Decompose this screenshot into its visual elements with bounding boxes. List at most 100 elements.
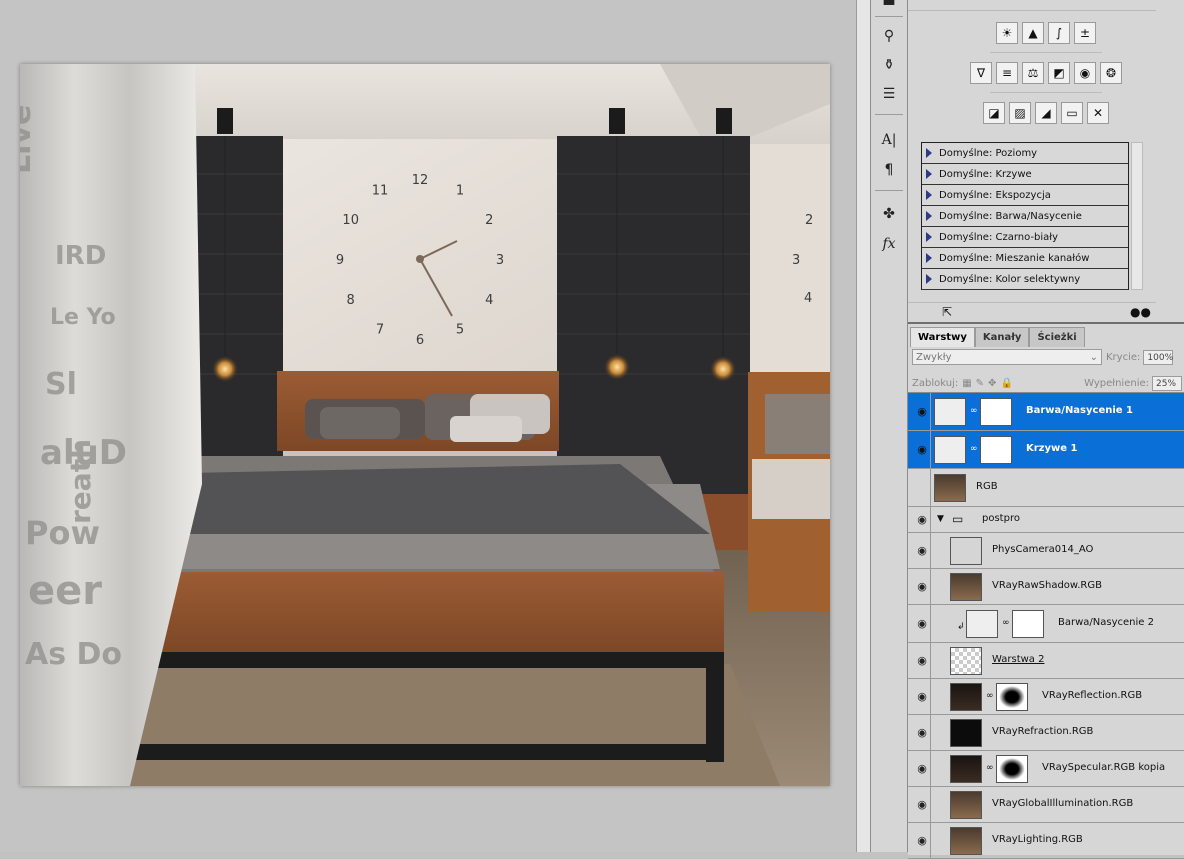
fill-field[interactable]: 25% <box>1152 375 1182 391</box>
visibility-cell[interactable] <box>909 469 931 507</box>
mask-link-icon[interactable]: ∞ <box>986 763 994 773</box>
layer-thumbnail[interactable] <box>950 755 982 783</box>
paragraph-icon[interactable]: ¶ <box>877 160 901 180</box>
layer-row[interactable]: ◉ ∞ VRayReflection.RGB <box>908 679 1184 715</box>
lock-transparent-icon[interactable]: ▦ <box>962 378 971 389</box>
eye-icon[interactable]: ◉ <box>916 406 928 418</box>
threshold-icon[interactable]: ◢ <box>1035 102 1057 124</box>
posterize-icon[interactable]: ▨ <box>1009 102 1031 124</box>
eye-icon[interactable]: ◉ <box>916 545 928 557</box>
eye-icon[interactable]: ◉ <box>916 835 928 847</box>
preset-item[interactable]: Domyślne: Krzywe <box>922 164 1128 185</box>
layer-thumbnail[interactable] <box>950 537 982 565</box>
expand-triangle-icon[interactable] <box>926 169 932 179</box>
invert-icon[interactable]: ◪ <box>983 102 1005 124</box>
lock-image-icon[interactable]: ✎ <box>976 378 984 389</box>
mask-link-icon[interactable]: ∞ <box>970 406 978 416</box>
visibility-cell[interactable]: ◉ <box>909 679 931 715</box>
visibility-cell[interactable]: ◉ <box>909 787 931 823</box>
eye-icon[interactable]: ◉ <box>916 691 928 703</box>
layer-thumbnail[interactable] <box>966 610 998 638</box>
expand-triangle-icon[interactable] <box>926 274 932 284</box>
layer-thumbnail[interactable] <box>950 573 982 601</box>
expand-triangle-icon[interactable] <box>926 211 932 221</box>
layer-row[interactable]: ◉ VRayLighting.RGB <box>908 823 1184 859</box>
presets-scrollbar[interactable] <box>1131 142 1143 290</box>
clone-source-icon[interactable]: ⚱ <box>877 55 901 75</box>
layer-name[interactable]: VRaySpecular.RGB kopia <box>1042 762 1165 773</box>
layer-thumbnail[interactable] <box>950 647 982 675</box>
channel-mixer-icon[interactable]: ❂ <box>1100 62 1122 84</box>
preset-item[interactable]: Domyślne: Ekspozycja <box>922 185 1128 206</box>
preset-item[interactable]: Domyślne: Czarno-biały <box>922 227 1128 248</box>
layer-mask-thumbnail[interactable] <box>996 683 1028 711</box>
preset-item[interactable]: Domyślne: Poziomy <box>922 143 1128 164</box>
levels-icon[interactable]: ▲ <box>1022 22 1044 44</box>
eye-icon[interactable]: ◉ <box>916 618 928 630</box>
fx-icon[interactable]: fx <box>877 234 901 254</box>
visibility-cell[interactable]: ◉ <box>909 507 931 533</box>
visibility-cell[interactable]: ◉ <box>909 715 931 751</box>
layer-mask-thumbnail[interactable] <box>980 398 1012 426</box>
layer-name[interactable]: postpro <box>982 513 1020 524</box>
expand-triangle-icon[interactable] <box>926 190 932 200</box>
eye-icon[interactable]: ◉ <box>916 763 928 775</box>
layer-thumbnail[interactable] <box>934 436 966 464</box>
curves-icon[interactable]: ∫ <box>1048 22 1070 44</box>
gradient-map-icon[interactable]: ▭ <box>1061 102 1083 124</box>
preset-item[interactable]: Domyślne: Barwa/Nasycenie <box>922 206 1128 227</box>
layer-thumbnail[interactable] <box>950 791 982 819</box>
return-to-list-icon[interactable]: ⇱ <box>942 305 952 319</box>
lock-all-icon[interactable]: 🔒 <box>1000 378 1012 389</box>
tab-paths[interactable]: Ścieżki <box>1029 327 1085 347</box>
layer-mask-thumbnail[interactable] <box>996 755 1028 783</box>
menu-icon[interactable]: ▬ <box>877 0 901 12</box>
layer-row[interactable]: ◉ ∞ Barwa/Nasycenie 1 <box>908 393 1184 431</box>
mask-link-icon[interactable]: ∞ <box>970 444 978 454</box>
layer-name[interactable]: Warstwa 2 <box>992 654 1044 665</box>
bedroom-render-image[interactable]: 12 1 2 3 4 5 6 7 8 9 10 11 2 3 4 Live IR… <box>20 64 830 786</box>
layer-thumbnail[interactable] <box>950 683 982 711</box>
layer-name[interactable]: VRayGlobalIllumination.RGB <box>992 798 1133 809</box>
layer-row[interactable]: ◉ Warstwa 2 <box>908 643 1184 679</box>
eye-icon[interactable]: ◉ <box>916 581 928 593</box>
hue-saturation-icon[interactable]: ≡ <box>996 62 1018 84</box>
layer-thumbnail[interactable] <box>934 474 966 502</box>
layer-row[interactable]: ◉ ↲ ∞ Barwa/Nasycenie 2 <box>908 605 1184 643</box>
visibility-cell[interactable]: ◉ <box>909 533 931 569</box>
eye-icon[interactable]: ◉ <box>916 799 928 811</box>
eye-icon[interactable]: ◉ <box>916 444 928 456</box>
visibility-cell[interactable]: ◉ <box>909 605 931 643</box>
layer-mask-thumbnail[interactable] <box>1012 610 1044 638</box>
visibility-cell[interactable]: ◉ <box>909 393 931 431</box>
layer-row[interactable]: ◉ PhysCamera014_AO <box>908 533 1184 569</box>
character-icon[interactable]: A| <box>877 130 901 150</box>
layer-name[interactable]: VRayLighting.RGB <box>992 834 1083 845</box>
expand-triangle-icon[interactable] <box>926 253 932 263</box>
exposure-icon[interactable]: ± <box>1074 22 1096 44</box>
visibility-cell[interactable]: ◉ <box>909 643 931 679</box>
styles-icon[interactable]: ✤ <box>877 204 901 224</box>
layer-mask-thumbnail[interactable] <box>980 436 1012 464</box>
layer-row[interactable]: ◉ ▼ ▭ postpro <box>908 507 1184 533</box>
layer-name[interactable]: VRayRawShadow.RGB <box>992 580 1102 591</box>
layer-name[interactable]: Barwa/Nasycenie 2 <box>1058 617 1154 628</box>
layer-row[interactable]: ◉ VRayGlobalIllumination.RGB <box>908 787 1184 823</box>
layer-row[interactable]: ◉ ∞ Krzywe 1 <box>908 431 1184 469</box>
layer-thumbnail[interactable] <box>950 719 982 747</box>
layer-row[interactable]: ◉ VRayRefraction.RGB <box>908 715 1184 751</box>
brightness-contrast-icon[interactable]: ☀ <box>996 22 1018 44</box>
photo-filter-icon[interactable]: ◉ <box>1074 62 1096 84</box>
blend-mode-select[interactable]: Zwykły ⌄ <box>912 349 1102 365</box>
tab-layers[interactable]: Warstwy <box>910 327 975 347</box>
layer-name[interactable]: PhysCamera014_AO <box>992 544 1093 555</box>
visibility-cell[interactable]: ◉ <box>909 751 931 787</box>
mask-link-icon[interactable]: ∞ <box>1002 618 1010 628</box>
tool-presets-icon[interactable]: ☰ <box>877 84 901 104</box>
tab-channels[interactable]: Kanały <box>974 327 1030 347</box>
eye-icon[interactable]: ◉ <box>916 727 928 739</box>
clip-layer-icon[interactable]: ●● <box>1130 305 1151 319</box>
document-canvas-area[interactable]: 12 1 2 3 4 5 6 7 8 9 10 11 2 3 4 Live IR… <box>0 0 856 852</box>
layer-row[interactable]: ◉ ∞ VRaySpecular.RGB kopia <box>908 751 1184 787</box>
visibility-cell[interactable]: ◉ <box>909 431 931 469</box>
